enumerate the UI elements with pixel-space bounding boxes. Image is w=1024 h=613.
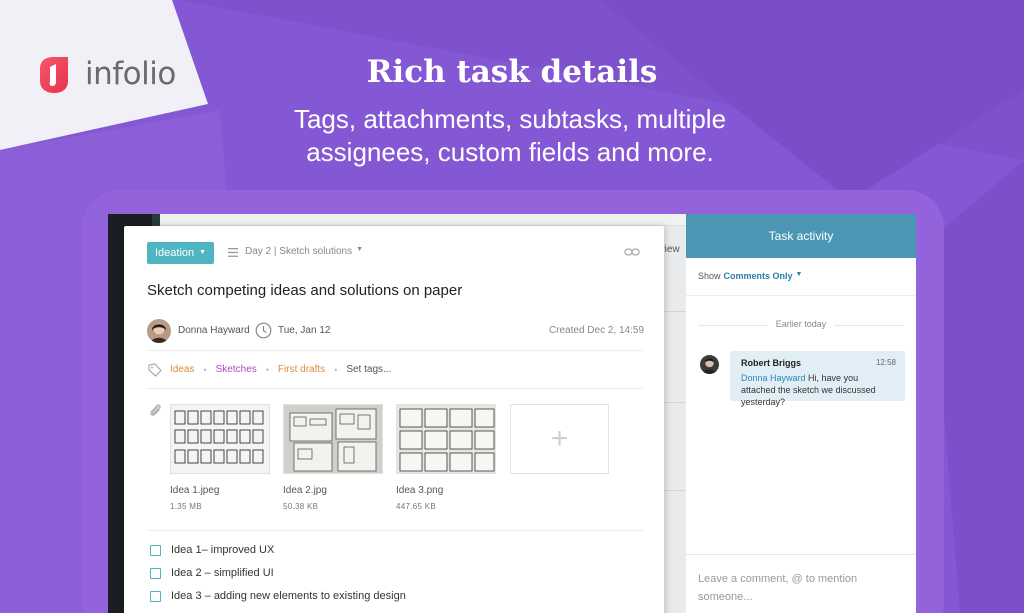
list-icon — [228, 248, 238, 257]
infolio-logo-icon — [40, 57, 68, 93]
activity-filter[interactable]: Show Comments Only ▼ — [698, 271, 802, 281]
attachment-thumbnail[interactable] — [283, 404, 383, 474]
commenter-avatar[interactable] — [700, 355, 719, 374]
set-tags-link[interactable]: Set tags... — [346, 364, 391, 375]
section-label: Day 2 | Sketch solutions — [245, 246, 353, 257]
tag-separator: • — [265, 364, 269, 375]
subtask-item[interactable]: Idea 1– improved UX — [150, 544, 274, 556]
created-timestamp: Created Dec 2, 14:59 — [548, 325, 644, 336]
attachment-size: 447.65 KB — [396, 502, 437, 511]
page-headline: Rich task details — [366, 54, 658, 90]
caret-down-icon: ▼ — [795, 271, 803, 278]
brand-name: infolio — [85, 56, 176, 92]
app-header-strip — [160, 214, 686, 226]
comment-text: Donna Hayward Hi, have you attached the … — [741, 372, 894, 408]
attachment-size: 1.35 MB — [170, 502, 202, 511]
comment-bubble[interactable]: Robert Briggs 12:58 Donna Hayward Hi, ha… — [730, 351, 905, 407]
time-separator: Earlier today — [686, 319, 916, 329]
subtask-item[interactable]: Idea 2 – simplified UI — [150, 567, 274, 579]
caret-down-icon: ▼ — [356, 246, 364, 253]
paperclip-icon — [150, 404, 161, 416]
page-subheadline: Tags, attachments, subtasks, multiple as… — [240, 103, 780, 169]
divider — [686, 295, 916, 296]
tag-chip[interactable]: First drafts — [278, 364, 325, 375]
attachment-item[interactable]: Idea 3.png 447.65 KB — [396, 404, 496, 511]
subtask-label: Idea 2 – simplified UI — [171, 567, 274, 579]
subtask-checkbox[interactable] — [150, 590, 161, 602]
attachment-size: 50.38 KB — [283, 502, 319, 511]
tag-list: Ideas • Sketches • First drafts • Set ta… — [170, 364, 400, 375]
filter-label: Show — [698, 271, 721, 281]
comment-author: Robert Briggs — [741, 358, 802, 368]
tag-chip[interactable]: Sketches — [216, 364, 257, 375]
filter-value: Comments Only — [723, 271, 793, 281]
brand-logo[interactable]: infolio — [34, 53, 176, 95]
comment-placeholder-line-2: someone... — [698, 591, 753, 603]
caret-down-icon: ▼ — [199, 249, 207, 256]
comment-placeholder-line-1: Leave a comment, @ to mention — [698, 573, 858, 585]
task-activity-panel: Task activity Show Comments Only ▼ Earli… — [686, 214, 916, 613]
link-icon[interactable] — [624, 247, 640, 257]
attachment-name: Idea 1.jpeg — [170, 485, 220, 496]
subtask-checkbox[interactable] — [150, 544, 161, 556]
divider — [147, 530, 644, 531]
subheadline-line-2: assignees, custom fields and more. — [306, 137, 714, 167]
section-dropdown[interactable]: Day 2 | Sketch solutions ▼ — [245, 246, 363, 257]
comment-input[interactable]: Leave a comment, @ to mention someone... — [686, 554, 916, 613]
tag-icon — [148, 363, 162, 377]
comment-mention[interactable]: Donna Hayward — [741, 373, 806, 383]
attachment-thumbnail[interactable] — [170, 404, 270, 474]
activity-header: Task activity — [686, 214, 916, 258]
due-date[interactable]: Tue, Jan 12 — [278, 325, 330, 336]
subtask-label: Idea 1– improved UX — [171, 544, 275, 556]
time-separator-label: Earlier today — [767, 319, 835, 329]
subtask-label: Idea 3 – adding new elements to existing… — [171, 590, 406, 602]
attachment-name: Idea 3.png — [396, 485, 444, 496]
project-dropdown-button[interactable]: Ideation ▼ — [147, 242, 215, 264]
attachment-thumbnail[interactable] — [396, 404, 496, 474]
divider — [147, 388, 644, 389]
subtask-item[interactable]: Idea 3 – adding new elements to existing… — [150, 590, 406, 602]
task-details-card: Ideation ▼ Day 2 | Sketch solutions ▼ Sk… — [124, 226, 664, 613]
tag-separator: • — [334, 364, 338, 375]
assignee-name[interactable]: Donna Hayward — [178, 325, 250, 336]
project-label: Ideation — [155, 247, 195, 259]
clock-icon — [255, 322, 272, 339]
comment-time: 12:58 — [875, 358, 896, 367]
assignee-avatar[interactable] — [147, 319, 171, 343]
attachment-name: Idea 2.jpg — [283, 485, 327, 496]
attachment-item[interactable]: Idea 2.jpg 50.38 KB — [283, 404, 383, 511]
subheadline-line-1: Tags, attachments, subtasks, multiple — [293, 104, 727, 134]
tag-chip[interactable]: Ideas — [170, 364, 194, 375]
plus-icon: + — [550, 422, 569, 455]
add-attachment-button[interactable]: + — [510, 404, 609, 474]
subtask-checkbox[interactable] — [150, 567, 161, 579]
tag-separator: • — [203, 364, 207, 375]
attachment-item[interactable]: Idea 1.jpeg 1.35 MB — [170, 404, 270, 511]
task-title[interactable]: Sketch competing ideas and solutions on … — [147, 282, 462, 299]
divider — [147, 350, 644, 351]
